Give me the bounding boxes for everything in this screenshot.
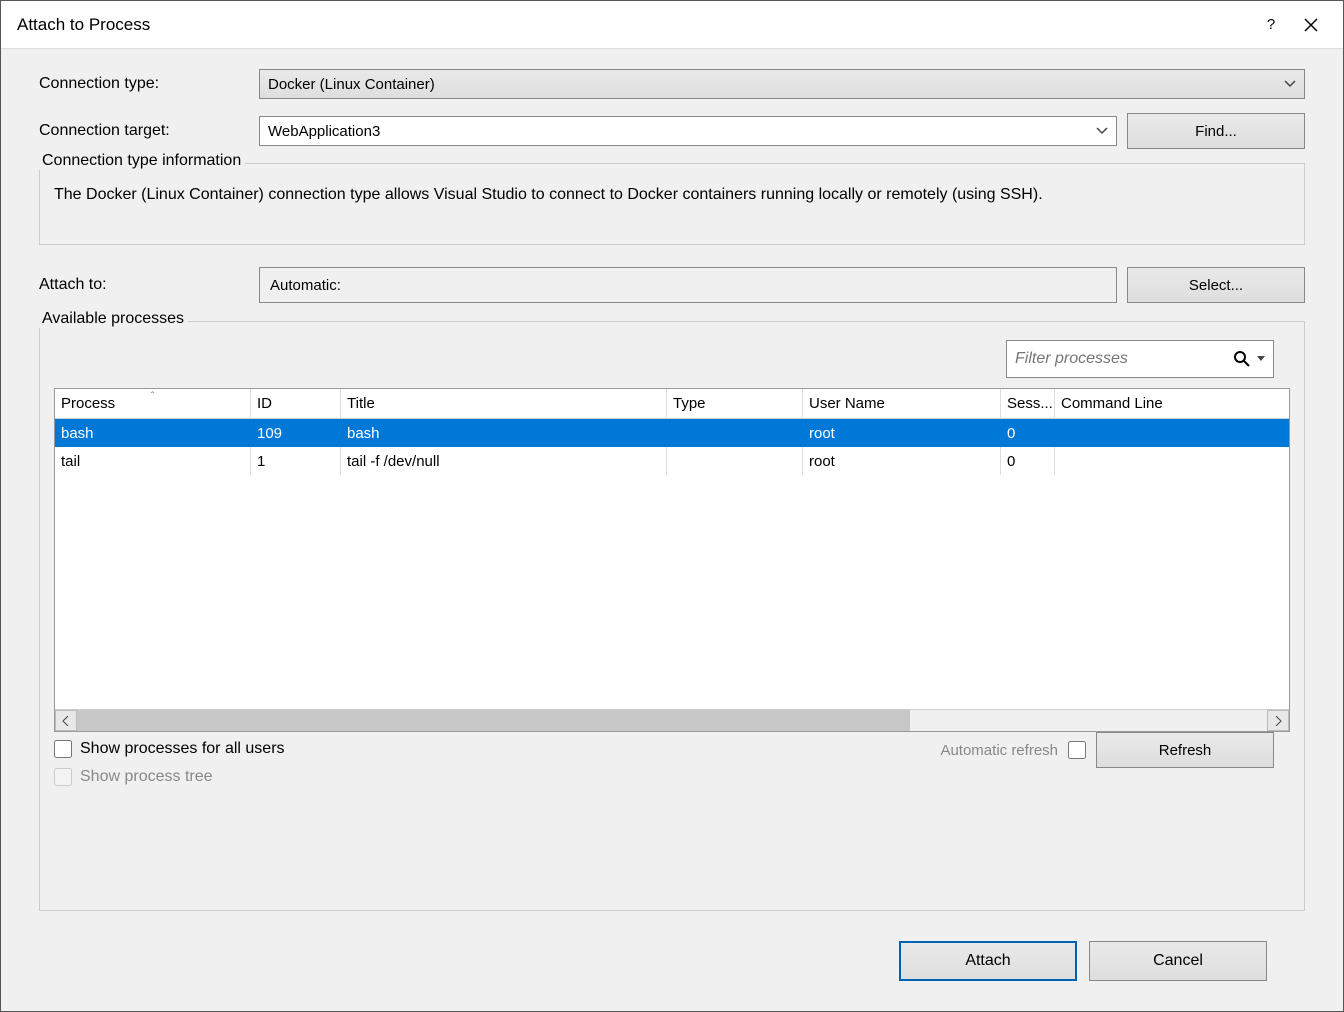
table-cell (667, 447, 803, 475)
table-cell: 0 (1001, 419, 1055, 447)
footer-buttons: Attach Cancel (39, 941, 1305, 1011)
show-all-users-label: Show processes for all users (80, 740, 285, 758)
connection-type-value: Docker (Linux Container) (268, 76, 435, 93)
table-cell: root (803, 419, 1001, 447)
chevron-down-icon (1096, 127, 1108, 135)
process-table: Processˆ ID Title Type User Name Sess...… (54, 388, 1290, 732)
attach-to-value: Automatic: (259, 267, 1117, 303)
cancel-button[interactable]: Cancel (1089, 941, 1267, 981)
scroll-thumb[interactable] (77, 710, 910, 731)
col-type[interactable]: Type (667, 389, 803, 418)
window-title: Attach to Process (17, 15, 1251, 35)
table-row[interactable]: bash109bash root0 (55, 419, 1289, 447)
dropdown-caret-icon[interactable] (1257, 356, 1265, 362)
select-button[interactable]: Select... (1127, 267, 1305, 303)
help-button[interactable]: ? (1251, 5, 1291, 45)
table-cell: tail (55, 447, 251, 475)
table-header: Processˆ ID Title Type User Name Sess...… (55, 389, 1289, 419)
table-body: bash109bash root0 tail1tail -f /dev/null ro… (55, 419, 1289, 709)
close-icon (1304, 18, 1318, 32)
connection-type-info-group: Connection type information The Docker (… (39, 163, 1305, 245)
dialog-content: Connection type: Docker (Linux Container… (1, 49, 1343, 1011)
search-icon (1233, 350, 1251, 368)
table-cell (1055, 447, 1289, 475)
table-cell (1055, 419, 1289, 447)
automatic-refresh-checkbox[interactable] (1068, 741, 1086, 759)
table-cell: root (803, 447, 1001, 475)
table-cell: bash (341, 419, 667, 447)
title-bar: Attach to Process ? (1, 1, 1343, 49)
info-group-title: Connection type information (38, 152, 245, 170)
attach-button[interactable]: Attach (899, 941, 1077, 981)
available-processes-group: Available processes Processˆ ID Title Ty… (39, 321, 1305, 911)
table-cell: 0 (1001, 447, 1055, 475)
table-row[interactable]: tail1tail -f /dev/null root0 (55, 447, 1289, 475)
col-title[interactable]: Title (341, 389, 667, 418)
refresh-button[interactable]: Refresh (1096, 732, 1274, 768)
chevron-down-icon (1284, 80, 1296, 88)
attach-to-label: Attach to: (39, 276, 249, 294)
col-user[interactable]: User Name (803, 389, 1001, 418)
table-cell: 109 (251, 419, 341, 447)
question-icon: ? (1267, 16, 1275, 33)
table-cell: bash (55, 419, 251, 447)
col-id[interactable]: ID (251, 389, 341, 418)
connection-type-label: Connection type: (39, 75, 249, 93)
horizontal-scrollbar[interactable] (55, 709, 1289, 731)
table-cell (667, 419, 803, 447)
filter-processes-input[interactable] (1006, 340, 1274, 378)
show-process-tree-label: Show process tree (80, 768, 213, 786)
scroll-left-icon[interactable] (55, 710, 77, 731)
sort-asc-icon: ˆ (151, 391, 154, 402)
info-body: The Docker (Linux Container) connection … (54, 176, 1290, 204)
filter-input[interactable] (1015, 350, 1227, 368)
scroll-right-icon[interactable] (1267, 710, 1289, 731)
automatic-refresh-label: Automatic refresh (940, 742, 1058, 759)
connection-target-dropdown[interactable]: WebApplication3 (259, 116, 1117, 146)
table-cell: tail -f /dev/null (341, 447, 667, 475)
col-session[interactable]: Sess... (1001, 389, 1055, 418)
show-all-users-checkbox[interactable] (54, 740, 72, 758)
find-button[interactable]: Find... (1127, 113, 1305, 149)
connection-target-value: WebApplication3 (268, 123, 380, 140)
connection-type-dropdown[interactable]: Docker (Linux Container) (259, 69, 1305, 99)
show-process-tree-checkbox (54, 768, 72, 786)
connection-target-label: Connection target: (39, 122, 249, 140)
scroll-track[interactable] (77, 710, 1267, 731)
table-cell: 1 (251, 447, 341, 475)
attach-to-process-dialog: Attach to Process ? Connection type: Doc… (0, 0, 1344, 1012)
available-processes-title: Available processes (38, 310, 188, 328)
close-button[interactable] (1291, 5, 1331, 45)
col-process[interactable]: Processˆ (55, 389, 251, 418)
col-cmd[interactable]: Command Line (1055, 389, 1289, 418)
